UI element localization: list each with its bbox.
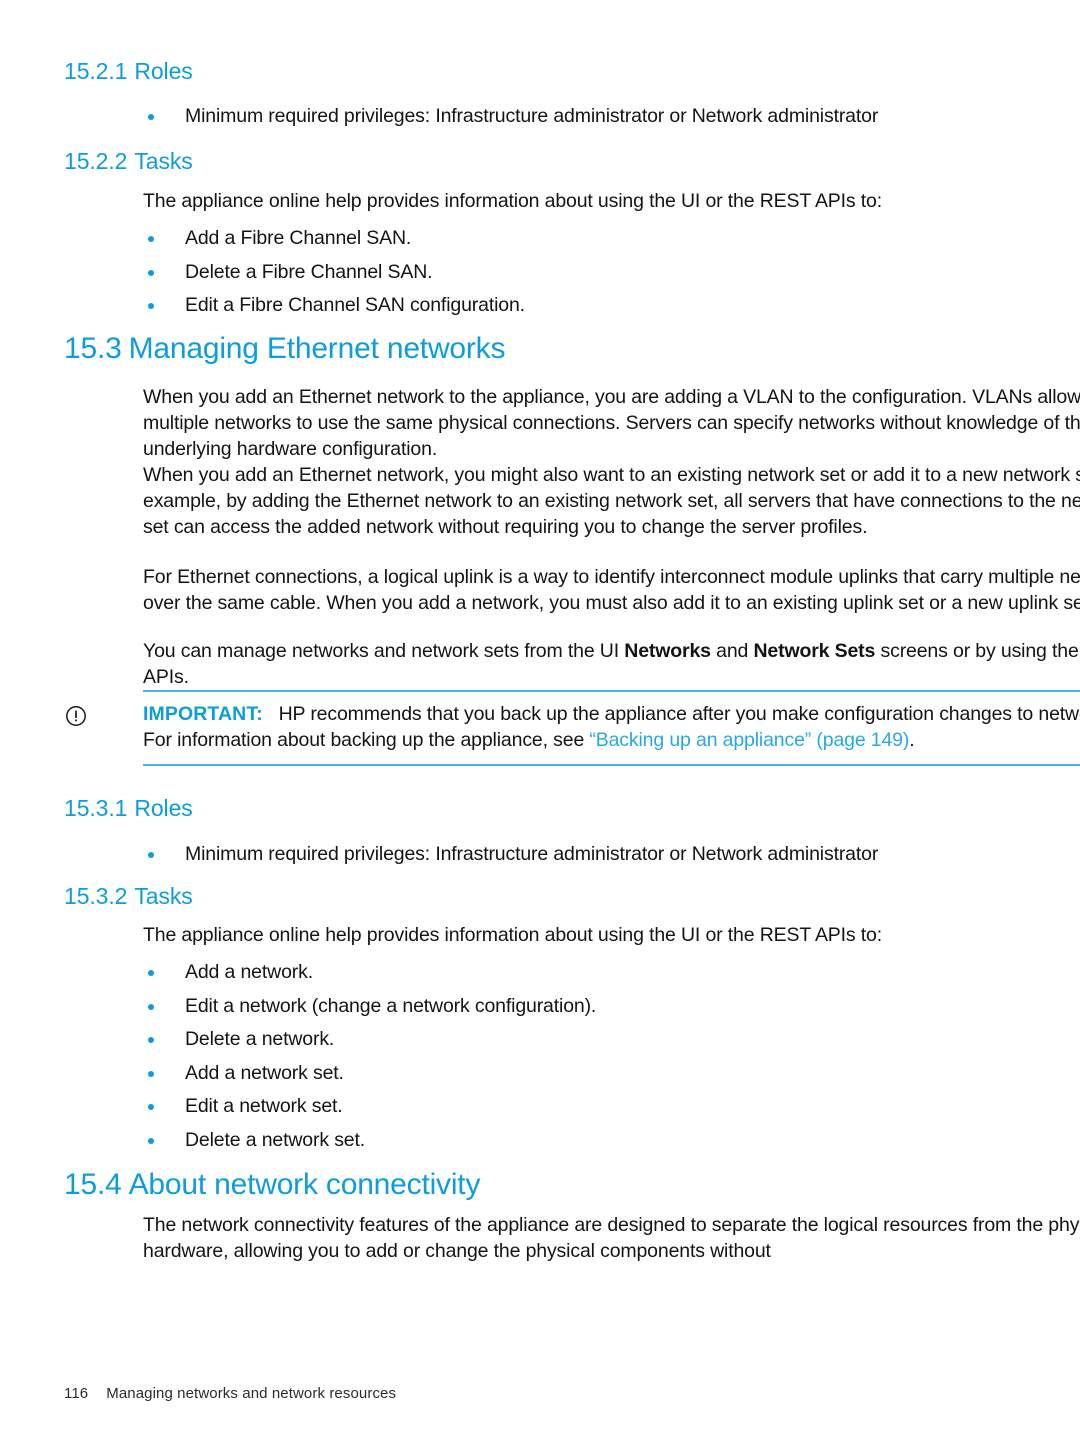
important-icon: [65, 705, 87, 727]
list-item: Delete a network set.: [143, 1124, 1080, 1158]
heading-15-4-about-network-connectivity: 15.4 About network connectivity: [64, 1168, 1064, 1203]
bullet-dot-icon: [148, 1037, 154, 1043]
list-item: Edit a Fibre Channel SAN configuration.: [143, 289, 1080, 323]
heading-15-3-managing-ethernet-networks: 15.3 Managing Ethernet networks: [64, 332, 1064, 367]
bullet-list-roles-1521: Minimum required privileges: Infrastruct…: [143, 100, 1080, 134]
bullet-dot-icon: [148, 303, 154, 309]
list-item-label: Edit a Fibre Channel SAN configuration.: [185, 294, 525, 316]
bullet-list-roles-1531: Minimum required privileges: Infrastruct…: [143, 838, 1080, 872]
list-item-label: Delete a network.: [185, 1028, 335, 1050]
list-item: Minimum required privileges: Infrastruct…: [143, 838, 1080, 872]
list-item: Edit a network set.: [143, 1090, 1080, 1124]
bullet-dot-icon: [148, 852, 154, 858]
paragraph-text-before: You can manage networks and network sets…: [143, 640, 625, 662]
list-item-label: Minimum required privileges: Infrastruct…: [185, 843, 879, 865]
important-admonition: IMPORTANT: HP recommends that you back u…: [66, 690, 1080, 766]
list-item-label: Delete a network set.: [185, 1128, 366, 1151]
heading-number: 15.3.2: [64, 883, 128, 909]
bullet-dot-icon: [148, 970, 154, 976]
bold-networks: Networks: [624, 640, 711, 662]
list-item-label: Add a Fibre Channel SAN.: [185, 227, 412, 249]
heading-text: Tasks: [134, 883, 193, 909]
important-body-end: .: [909, 729, 915, 751]
list-item-label: Add a network.: [185, 961, 313, 983]
important-text: IMPORTANT: HP recommends that you back u…: [143, 701, 1080, 753]
bullet-dot-icon: [148, 236, 154, 242]
list-item: Delete a network.: [143, 1023, 1080, 1057]
list-item-label: Add a network set.: [185, 1061, 344, 1084]
paragraph-153-4: You can manage networks and network sets…: [143, 638, 1080, 690]
list-item-label: Delete a Fibre Channel SAN.: [185, 260, 433, 283]
important-label: IMPORTANT:: [143, 703, 263, 725]
paragraph-153-3: For Ethernet connections, a logical upli…: [143, 566, 1080, 614]
heading-text: Managing Ethernet networks: [128, 332, 506, 365]
bullet-dot-icon: [148, 269, 154, 276]
bullet-dot-icon: [148, 1070, 154, 1077]
heading-number: 15.4: [64, 1168, 122, 1201]
list-item: Add a Fibre Channel SAN.: [143, 222, 1080, 256]
list-item-label: Minimum required privileges: Infrastruct…: [185, 105, 879, 127]
heading-15-3-2-tasks: 15.3.2 Tasks: [64, 883, 1064, 909]
page-footer: 116 Managing networks and network resourc…: [64, 1385, 396, 1402]
heading-text: Roles: [134, 795, 193, 821]
bullet-dot-icon: [148, 1137, 154, 1144]
paragraph-tasks-1522-intro: The appliance online help provides infor…: [143, 190, 883, 212]
bullet-list-tasks-1522: Add a Fibre Channel SAN. Delete a Fibre …: [143, 222, 1080, 323]
document-page: 15.2.1 Roles Minimum required privileges:…: [0, 0, 1080, 1438]
list-item: Delete a Fibre Channel SAN.: [143, 256, 1080, 290]
paragraph-154-1: The network connectivity features of the…: [143, 1214, 1080, 1262]
bold-network-sets: Network Sets: [753, 640, 876, 662]
heading-text: Roles: [134, 58, 193, 84]
paragraph-tasks-1532-intro: The appliance online help provides infor…: [143, 924, 883, 946]
list-item: Edit a network (change a network configu…: [143, 990, 1080, 1024]
paragraph-153-1: When you add an Ethernet network to the …: [143, 386, 1080, 460]
paragraph-153-2: When you add an Ethernet network, you mi…: [143, 464, 1080, 538]
list-item: Add a network.: [143, 956, 1080, 990]
heading-15-3-1-roles: 15.3.1 Roles: [64, 795, 1064, 821]
list-item-label: Edit a network (change a network configu…: [185, 994, 597, 1017]
list-item-label: Edit a network set.: [185, 1095, 343, 1117]
heading-number: 15.2.2: [64, 148, 128, 174]
bullet-dot-icon: [148, 1003, 154, 1010]
heading-number: 15.3.1: [64, 795, 128, 821]
list-item: Minimum required privileges: Infrastruct…: [143, 100, 1080, 134]
heading-15-2-1-roles: 15.2.1 Roles: [64, 58, 1064, 84]
bullet-dot-icon: [148, 114, 154, 120]
bullet-dot-icon: [148, 1104, 154, 1110]
footer-page-number: 116: [64, 1385, 89, 1402]
heading-number: 15.3: [64, 332, 122, 365]
heading-text: Tasks: [134, 148, 193, 174]
cross-reference-link[interactable]: “Backing up an appliance” (page 149): [589, 729, 909, 751]
list-item: Add a network set.: [143, 1057, 1080, 1091]
heading-text: About network connectivity: [128, 1168, 481, 1201]
bullet-list-tasks-1532: Add a network. Edit a network (change a …: [143, 956, 1080, 1157]
paragraph-text-middle: and: [710, 640, 754, 662]
heading-number: 15.2.1: [64, 58, 128, 84]
heading-15-2-2-tasks: 15.2.2 Tasks: [64, 148, 1064, 174]
footer-chapter-title: Managing networks and network resources: [106, 1385, 397, 1402]
